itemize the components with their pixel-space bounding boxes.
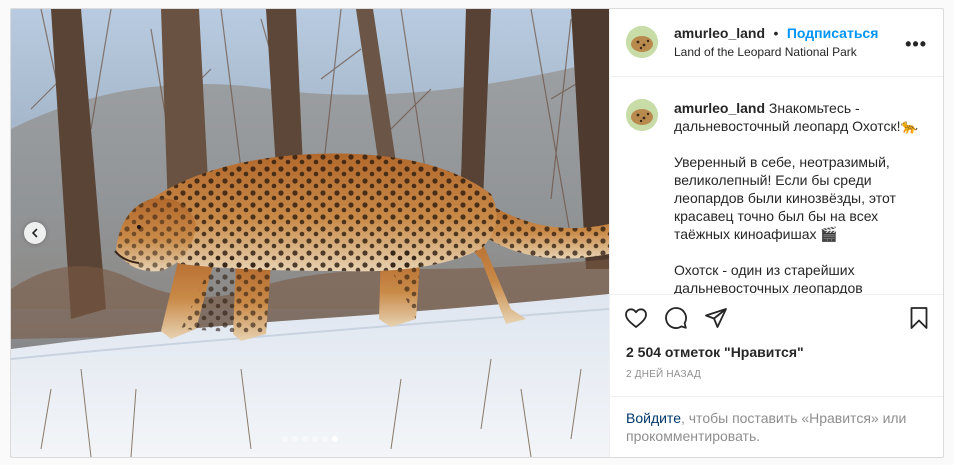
- location-link[interactable]: Land of the Leopard National Park: [674, 43, 878, 61]
- header-separator: •: [773, 24, 779, 41]
- save-button[interactable]: [907, 306, 931, 330]
- carousel-dot: [282, 436, 288, 442]
- avatar[interactable]: [626, 26, 658, 59]
- carousel-dot: [322, 436, 328, 442]
- bookmark-icon: [910, 306, 928, 329]
- comments-section: amurleo_land Знакомьтесь - дальневосточн…: [610, 77, 943, 295]
- carousel-indicator: [11, 436, 609, 442]
- comment-button[interactable]: [664, 306, 688, 330]
- paper-plane-icon: [705, 307, 727, 328]
- post-caption: amurleo_land Знакомьтесь - дальневосточн…: [674, 99, 927, 294]
- post-side-panel: amurleo_land • Подписаться Land of the L…: [609, 9, 943, 457]
- carousel-prev-button[interactable]: [24, 222, 46, 244]
- leopard-avatar-icon: [626, 98, 658, 131]
- more-options-button[interactable]: •••: [905, 35, 927, 53]
- share-button[interactable]: [704, 306, 728, 330]
- carousel-dot: [302, 436, 308, 442]
- leopard-photo: [11, 9, 609, 457]
- header-username[interactable]: amurleo_land: [674, 25, 765, 41]
- follow-button[interactable]: Подписаться: [787, 25, 879, 41]
- heart-icon: [625, 308, 647, 328]
- post-media[interactable]: [11, 9, 609, 457]
- leopard-avatar-icon: [626, 26, 658, 59]
- likes-count[interactable]: 2 504 отметок "Нравится": [610, 341, 943, 363]
- action-bar: [610, 295, 943, 341]
- comment-icon: [665, 306, 687, 329]
- caption-avatar[interactable]: [626, 98, 658, 131]
- carousel-dot: [312, 436, 318, 442]
- carousel-dot: [292, 436, 298, 442]
- post-date[interactable]: 2 дней назад: [610, 369, 943, 386]
- caption-username[interactable]: amurleo_land: [674, 100, 765, 116]
- post-card: amurleo_land • Подписаться Land of the L…: [10, 8, 944, 458]
- login-link[interactable]: Войдите: [626, 410, 681, 426]
- login-prompt: Войдите, чтобы поставить «Нравится» или …: [610, 395, 943, 457]
- chevron-left-icon: [32, 228, 38, 238]
- carousel-dot: [332, 436, 338, 442]
- like-button[interactable]: [624, 306, 648, 330]
- post-header: amurleo_land • Подписаться Land of the L…: [610, 9, 943, 77]
- caption-text: Знакомьтесь - дальневосточный леопард Ох…: [674, 99, 918, 295]
